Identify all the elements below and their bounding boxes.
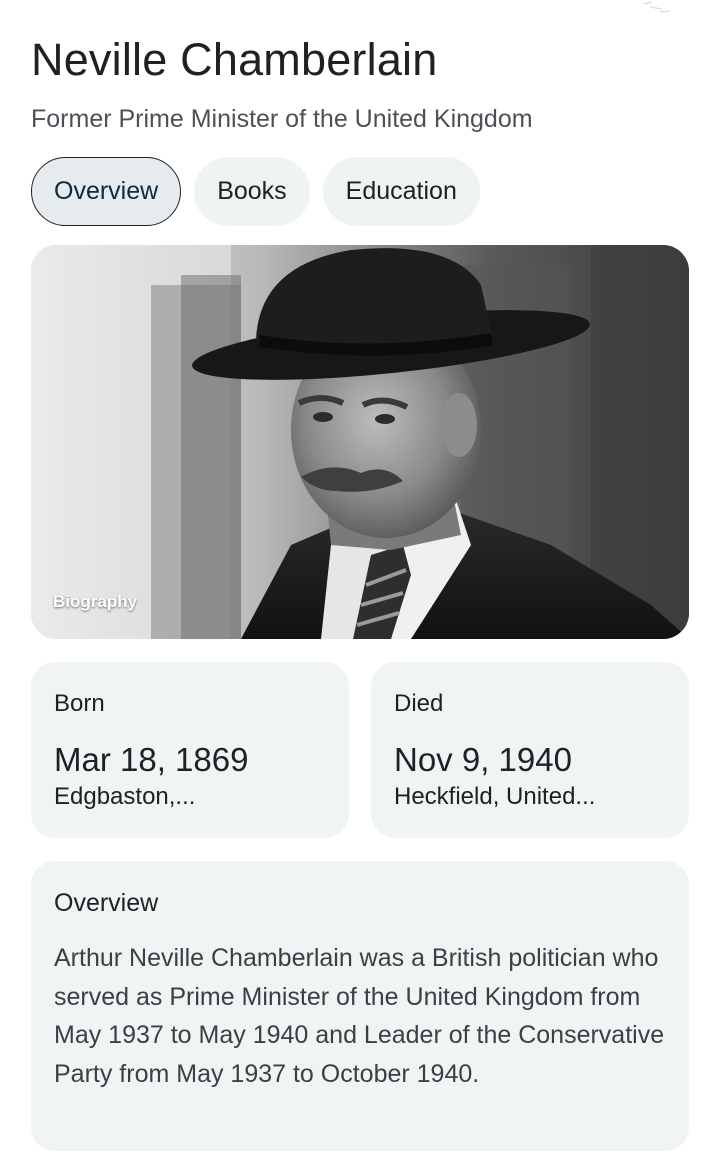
tab-overview[interactable]: Overview bbox=[31, 157, 182, 226]
entity-subtitle: Former Prime Minister of the United King… bbox=[31, 105, 533, 133]
born-card[interactable]: Born Mar 18, 1869 Edgbaston,... bbox=[31, 662, 349, 838]
died-place: Heckfield, United... bbox=[394, 783, 596, 810]
tab-books[interactable]: Books bbox=[194, 157, 310, 226]
born-date: Mar 18, 1869 bbox=[54, 741, 249, 778]
born-label: Born bbox=[54, 690, 105, 717]
hero-image[interactable]: Biography bbox=[31, 245, 689, 639]
died-label: Died bbox=[394, 690, 444, 717]
tab-education[interactable]: Education bbox=[322, 157, 480, 226]
died-date: Nov 9, 1940 bbox=[394, 741, 572, 778]
tab-bar: Overview Books Education bbox=[31, 157, 480, 226]
overview-text: Arthur Neville Chamberlain was a British… bbox=[54, 944, 665, 1088]
entity-title: Neville Chamberlain bbox=[31, 34, 438, 85]
image-source-label: Biography bbox=[53, 592, 138, 611]
overview-card[interactable]: Overview Arthur Neville Chamberlain was … bbox=[31, 861, 689, 1151]
overview-heading: Overview bbox=[54, 889, 159, 917]
died-card[interactable]: Died Nov 9, 1940 Heckfield, United... bbox=[371, 662, 689, 838]
portrait-photo bbox=[31, 245, 689, 639]
knowledge-panel: Neville Chamberlain Former Prime Ministe… bbox=[0, 0, 720, 1161]
born-place: Edgbaston,... bbox=[54, 783, 196, 810]
faint-mark-icon bbox=[643, 1, 671, 13]
